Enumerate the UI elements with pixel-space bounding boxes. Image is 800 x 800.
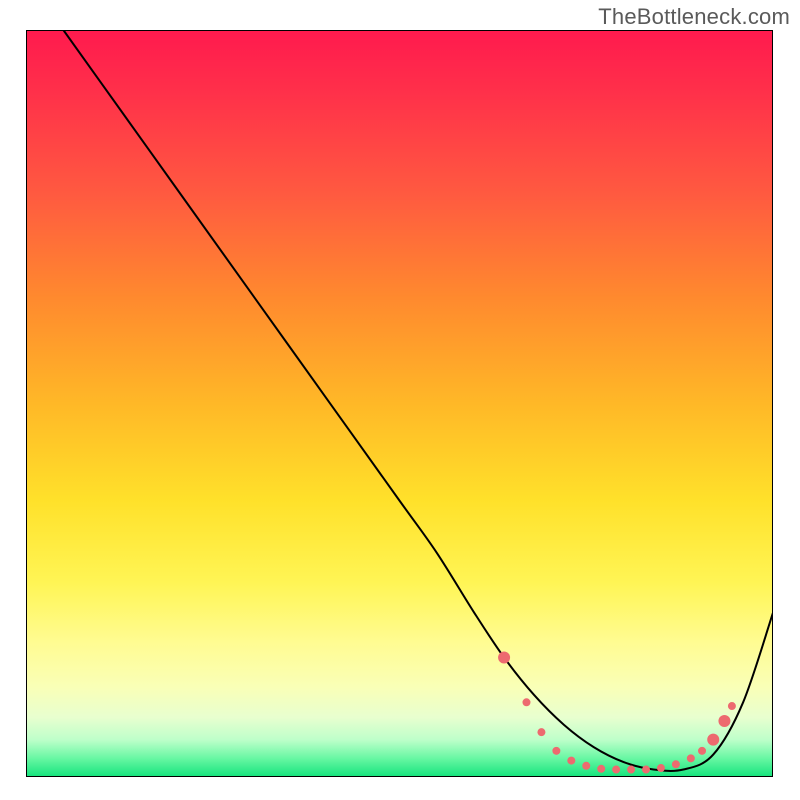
watermark-text: TheBottleneck.com (598, 4, 790, 30)
plot-gradient-background (26, 30, 773, 777)
chart-container: TheBottleneck.com (0, 0, 800, 800)
